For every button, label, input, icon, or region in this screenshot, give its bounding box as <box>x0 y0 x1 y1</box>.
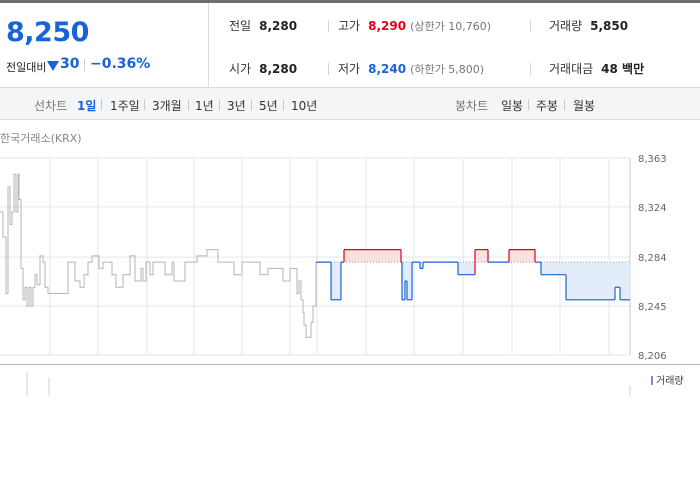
turnover-stat: 거래대금 48 백만 <box>549 60 644 77</box>
prev-close-value: 8,280 <box>259 19 298 33</box>
volume-stat: 거래량 5,850 <box>549 17 628 34</box>
tab-1-day[interactable]: 1일 <box>77 97 96 114</box>
stat-divider <box>530 20 531 32</box>
y-tick-label: 8,284 <box>638 253 667 264</box>
area-below-close <box>407 262 412 300</box>
area-below-close <box>331 262 341 300</box>
line-chart-label: 선차트 <box>34 99 68 113</box>
tab-daily-candle[interactable]: 일봉 <box>501 97 523 114</box>
period-tab-bar: 선차트 1일 1주일 3개월 1년 3년 5년 10년 봉차트 일봉 주봉 월봉 <box>0 88 700 120</box>
high-label: 고가 <box>338 19 361 33</box>
area-below-close <box>615 262 620 288</box>
open-value: 8,280 <box>259 62 298 76</box>
area-below-close <box>620 262 630 300</box>
tab-divider <box>188 99 189 110</box>
change-percent: −0.36% <box>90 56 151 72</box>
volume-axis <box>26 372 631 396</box>
tab-divider <box>219 99 220 110</box>
stat-divider <box>328 63 329 75</box>
previous-session-line <box>0 173 317 338</box>
area-below-close <box>458 262 475 275</box>
tab-5-years[interactable]: 5년 <box>259 97 278 114</box>
chart-lines <box>0 173 630 338</box>
tab-1-year[interactable]: 1년 <box>195 97 214 114</box>
tab-divider <box>564 99 565 110</box>
low-value: 8,240 <box>368 62 407 76</box>
prev-close-label: 전일 <box>229 19 252 33</box>
tab-1-week[interactable]: 1주일 <box>110 97 140 114</box>
tab-divider <box>101 99 102 110</box>
down-arrow-icon <box>47 61 59 71</box>
stat-divider <box>328 20 329 32</box>
intraday-price-chart: 8,363 8,324 8,284 8,245 8,206 <box>0 154 667 396</box>
turnover-value: 48 백만 <box>601 62 645 76</box>
price-box: 8,250 전일대비 30 −0.36% <box>0 3 209 88</box>
area-below-close <box>541 262 566 275</box>
prev-close-stat: 전일 8,280 <box>229 17 297 34</box>
y-tick-label: 8,324 <box>638 203 667 214</box>
tab-monthly-candle[interactable]: 월봉 <box>573 97 595 114</box>
tab-weekly-candle[interactable]: 주봉 <box>536 97 558 114</box>
area-below-close <box>405 262 407 281</box>
current-price: 8,250 <box>6 17 89 48</box>
y-tick-label: 8,206 <box>638 351 667 362</box>
stat-divider <box>530 63 531 75</box>
tab-divider <box>251 99 252 110</box>
volume-label: 거래량 <box>549 19 583 33</box>
y-tick-label: 8,245 <box>638 302 667 313</box>
tab-divider <box>528 99 529 110</box>
high-value: 8,290 <box>368 19 407 33</box>
turnover-label: 거래대금 <box>549 62 594 76</box>
tab-divider <box>283 99 284 110</box>
volume-legend: 거래량 <box>651 372 684 387</box>
low-stat: 저가 8,240 (하한가 5,800) <box>338 60 484 77</box>
quote-panel: 8,250 전일대비 30 −0.36% 전일 8,280 고가 8,290 (상한가… <box>0 0 700 88</box>
high-stat: 고가 8,290 (상한가 10,760) <box>338 17 491 34</box>
change-amount: 30 <box>60 56 80 72</box>
y-axis-labels: 8,363 8,324 8,284 8,245 8,206 <box>638 154 667 362</box>
tab-3-months[interactable]: 3개월 <box>152 97 182 114</box>
change-label: 전일대비 <box>6 61 47 74</box>
low-label: 저가 <box>338 62 361 76</box>
tab-10-years[interactable]: 10년 <box>291 97 317 114</box>
tab-divider <box>144 99 145 110</box>
open-label: 시가 <box>229 62 252 76</box>
change-divider <box>84 59 85 71</box>
area-below-close <box>566 262 615 300</box>
lower-limit: (하한가 5,800) <box>410 63 484 76</box>
candle-chart-label: 봉차트 <box>455 99 489 113</box>
open-stat: 시가 8,280 <box>229 60 297 77</box>
tab-3-years[interactable]: 3년 <box>227 97 246 114</box>
chart-bottom-border <box>0 364 700 365</box>
area-above-close <box>344 249 401 263</box>
upper-limit: (상한가 10,760) <box>410 20 491 33</box>
area-above-close <box>509 249 535 263</box>
volume-swatch <box>651 376 653 385</box>
area-above-close <box>475 249 488 263</box>
y-tick-label: 8,363 <box>638 154 667 165</box>
volume-legend-label: 거래량 <box>656 376 684 387</box>
volume-value: 5,850 <box>590 19 629 33</box>
exchange-label: 한국거래소(KRX) <box>0 132 82 145</box>
